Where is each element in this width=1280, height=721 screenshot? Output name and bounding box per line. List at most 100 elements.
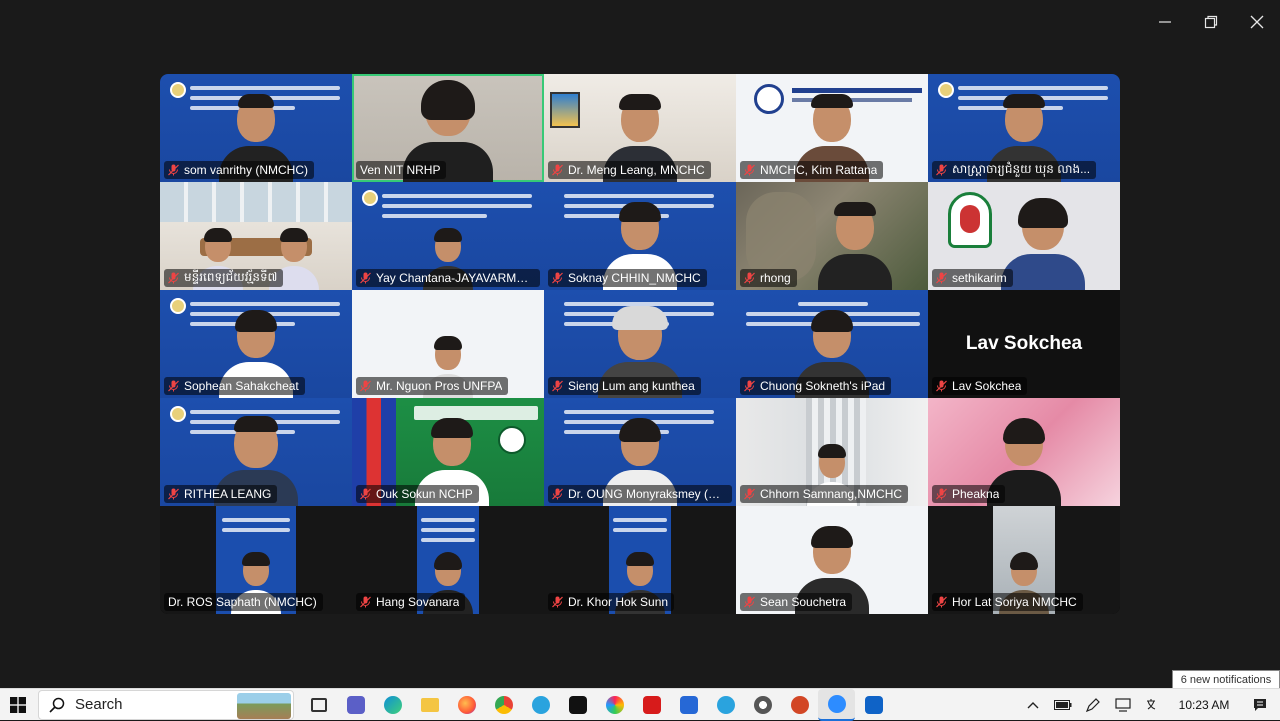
system-tray: 10:23 AM: [1018, 689, 1280, 721]
video-tile[interactable]: RITHEA LEANG: [160, 398, 352, 506]
participant-label: Dr. Khor Hok Sunn: [548, 593, 675, 611]
video-tile[interactable]: Dr. Meng Leang, MNCHC: [544, 74, 736, 182]
video-tile-active-speaker[interactable]: Ven NIT NRHP: [352, 74, 544, 182]
video-tile[interactable]: Mr. Nguon Pros UNFPA: [352, 290, 544, 398]
muted-mic-icon: [360, 272, 371, 284]
participant-label: NMCHC, Kim Rattana: [740, 161, 884, 179]
participant-label: Pheakna: [932, 485, 1006, 503]
app-blue-icon[interactable]: [670, 689, 707, 721]
taskbar-search[interactable]: Search: [38, 689, 294, 720]
video-tile[interactable]: Dr. Khor Hok Sunn: [544, 506, 736, 614]
restore-button[interactable]: [1188, 0, 1234, 44]
muted-mic-icon: [552, 380, 563, 392]
close-button[interactable]: [1234, 0, 1280, 44]
muted-mic-icon: [552, 164, 563, 176]
language-icon[interactable]: [1138, 689, 1168, 721]
muted-mic-icon: [168, 272, 179, 284]
video-tile[interactable]: Ouk Sokun NCHP: [352, 398, 544, 506]
room-windows: [160, 182, 352, 222]
muted-mic-icon: [360, 596, 371, 608]
acrobat-icon[interactable]: [633, 689, 670, 721]
video-tile[interactable]: Chuong Sokneth's iPad: [736, 290, 928, 398]
muted-mic-icon: [744, 272, 755, 284]
video-tile[interactable]: Sophean Sahakcheat: [160, 290, 352, 398]
window-controls: [1142, 0, 1280, 44]
muted-mic-icon: [552, 272, 563, 284]
windows-logo-icon: [10, 696, 26, 713]
banner-graphic: [382, 188, 532, 218]
muted-mic-icon: [168, 488, 179, 500]
video-tile[interactable]: som vanrithy (NMCHC): [160, 74, 352, 182]
video-tile[interactable]: Yay Chantana-JAYAVARMAN...: [352, 182, 544, 290]
telegram-icon[interactable]: [522, 689, 559, 721]
muted-mic-icon: [936, 380, 947, 392]
video-tile[interactable]: មន្ទីរពេទ្យជ័យវរ្ម័នទី៧: [160, 182, 352, 290]
video-tile[interactable]: Chhorn Samnang,NMCHC: [736, 398, 928, 506]
participant-label: rhong: [740, 269, 797, 287]
clock[interactable]: 10:23 AM: [1168, 698, 1240, 712]
start-button[interactable]: [0, 689, 36, 721]
participant-label: សាស្ត្រាចារ្យជំនួយ ឃុន លាង...: [932, 161, 1097, 179]
muted-mic-icon: [168, 380, 179, 392]
chevron-up-icon[interactable]: [1018, 689, 1048, 721]
powerpoint-icon[interactable]: [781, 689, 818, 721]
firefox-icon[interactable]: [448, 689, 485, 721]
video-tile[interactable]: Dr. ROS Saphath (NMCHC): [160, 506, 352, 614]
minimize-button[interactable]: [1142, 0, 1188, 44]
video-tile[interactable]: Dr. OUNG Monyraksmey (N...: [544, 398, 736, 506]
banner-graphic: [222, 512, 290, 532]
muted-mic-icon: [744, 596, 755, 608]
muted-mic-icon: [936, 488, 947, 500]
muted-mic-icon: [552, 596, 563, 608]
notification-toast[interactable]: 6 new notifications: [1172, 670, 1280, 689]
telegram-2-icon[interactable]: [707, 689, 744, 721]
muted-mic-icon: [936, 164, 947, 176]
taskbar: Search 10:23 AM: [0, 688, 1280, 721]
video-tile-camera-off[interactable]: Lav Sokchea Lav Sokchea: [928, 290, 1120, 398]
video-tile[interactable]: NMCHC, Kim Rattana: [736, 74, 928, 182]
nmchc-logo: [754, 84, 784, 114]
participant-label: sethikarim: [932, 269, 1013, 287]
video-tile[interactable]: Sieng Lum ang kunthea: [544, 290, 736, 398]
zoom-icon[interactable]: [818, 688, 855, 721]
search-highlight-image: [237, 692, 291, 719]
ministry-logo: [938, 82, 954, 98]
close-icon: [1250, 15, 1264, 29]
video-tile[interactable]: សាស្ត្រាចារ្យជំនួយ ឃុន លាង...: [928, 74, 1120, 182]
pen-icon[interactable]: [1078, 689, 1108, 721]
display-icon[interactable]: [1108, 689, 1138, 721]
video-tile[interactable]: Hor Lat Soriya NMCHC: [928, 506, 1120, 614]
restore-icon: [1204, 15, 1218, 29]
zoom-meeting-window: som vanrithy (NMCHC) Ven NIT NRHP Dr. Me…: [0, 0, 1280, 688]
health-emblem: [948, 192, 992, 248]
settings-icon[interactable]: [744, 689, 781, 721]
muted-mic-icon: [552, 488, 563, 500]
battery-icon[interactable]: [1048, 689, 1078, 721]
chrome-icon[interactable]: [485, 689, 522, 721]
video-tile[interactable]: sethikarim: [928, 182, 1120, 290]
video-tile[interactable]: Soknay CHHIN_NMCHC: [544, 182, 736, 290]
participant-label: Dr. Meng Leang, MNCHC: [548, 161, 711, 179]
file-explorer-icon[interactable]: [411, 689, 448, 721]
ministry-logo: [362, 190, 378, 206]
video-tile[interactable]: Pheakna: [928, 398, 1120, 506]
ministry-logo: [170, 406, 186, 422]
edge-icon[interactable]: [374, 689, 411, 721]
muted-mic-icon: [744, 488, 755, 500]
search-placeholder: Search: [75, 696, 123, 713]
video-tile[interactable]: Hang Sovanara: [352, 506, 544, 614]
participant-label: Sieng Lum ang kunthea: [548, 377, 701, 395]
paint-icon[interactable]: [596, 689, 633, 721]
notification-icon[interactable]: [1240, 689, 1280, 721]
participant-label: Sean Souchetra: [740, 593, 853, 611]
video-tile[interactable]: rhong: [736, 182, 928, 290]
outlook-icon[interactable]: [855, 689, 892, 721]
teams-icon[interactable]: [337, 689, 374, 721]
capcut-icon[interactable]: [559, 689, 596, 721]
participant-label: Hor Lat Soriya NMCHC: [932, 593, 1083, 611]
participant-label: Hang Sovanara: [356, 593, 466, 611]
ministry-logo: [170, 82, 186, 98]
participant-label: Soknay CHHIN_NMCHC: [548, 269, 707, 287]
task-view-icon[interactable]: [300, 689, 337, 721]
video-tile[interactable]: Sean Souchetra: [736, 506, 928, 614]
